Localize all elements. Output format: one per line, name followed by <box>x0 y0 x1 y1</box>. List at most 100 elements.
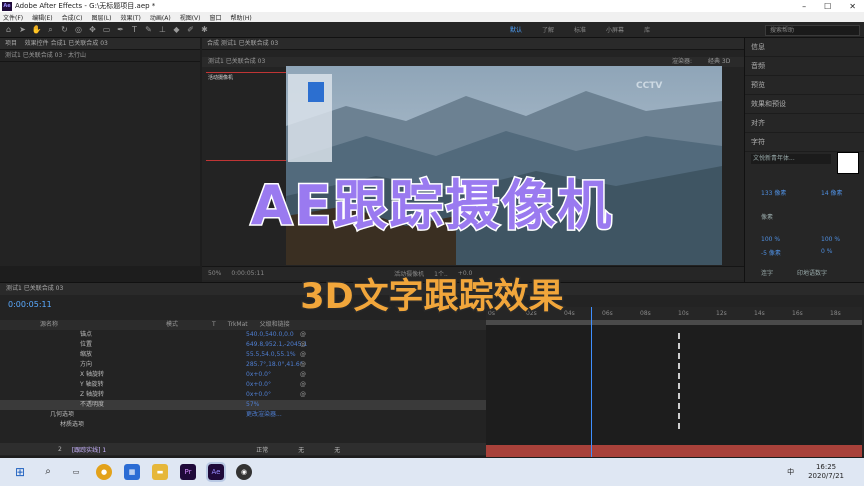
baseline-shift-value[interactable]: -5 像素 <box>761 248 781 257</box>
property-value[interactable]: 0x+0.0° <box>180 380 300 390</box>
effects-presets-panel[interactable]: 效果和预设 <box>745 95 864 114</box>
minimize-icon[interactable]: – <box>802 2 806 11</box>
keyframe[interactable] <box>678 333 680 339</box>
pickwhip-icon[interactable]: @ <box>300 330 306 340</box>
menu-window[interactable]: 窗口 <box>209 13 221 22</box>
property-row-selected[interactable]: 不透明度 57% <box>0 400 486 410</box>
tsume-value[interactable]: 0 % <box>821 248 832 255</box>
keyframe[interactable] <box>678 343 680 349</box>
chrome-icon[interactable]: ● <box>96 464 112 480</box>
keyframe[interactable] <box>678 383 680 389</box>
col-t[interactable]: T <box>212 320 216 330</box>
zoom-tool-icon[interactable]: ⌕ <box>45 24 56 35</box>
keyframe[interactable] <box>678 393 680 399</box>
hand-tool-icon[interactable]: ✋ <box>31 24 42 35</box>
property-row[interactable]: 材质选项 <box>0 420 486 430</box>
search-icon[interactable]: ⌕ <box>40 464 56 480</box>
menu-edit[interactable]: 编辑(E) <box>32 13 52 22</box>
layer-row[interactable]: 2 [跟踪实线] 1 正常 无 无 <box>0 443 486 455</box>
close-icon[interactable]: ✕ <box>849 2 856 11</box>
pan-behind-tool-icon[interactable]: ✥ <box>87 24 98 35</box>
workspace-small-screen[interactable]: 小屏幕 <box>606 25 624 34</box>
col-parent[interactable]: 父级和链接 <box>260 320 290 330</box>
property-row[interactable]: 缩放 55.5,54.0,55.1% @ <box>0 350 486 360</box>
layer-parent-select[interactable]: 无 <box>334 445 340 454</box>
character-panel-title[interactable]: 字符 <box>745 133 864 152</box>
layer-name[interactable]: [跟踪实线] 1 <box>72 445 106 454</box>
col-source-name[interactable]: 源名称 <box>40 320 58 330</box>
rectangle-tool-icon[interactable]: ▭ <box>101 24 112 35</box>
workspace-default[interactable]: 默认 <box>510 25 522 34</box>
selection-tool-icon[interactable]: ➤ <box>17 24 28 35</box>
layer-mode-select[interactable]: 正常 <box>256 445 268 454</box>
property-row[interactable]: 锚点 540.0,540.0,0.0 @ <box>0 330 486 340</box>
keyframe[interactable] <box>678 413 680 419</box>
tab-composition[interactable]: 合成 测试1 已关联合成 03 <box>202 38 744 50</box>
puppet-tool-icon[interactable]: ✱ <box>199 24 210 35</box>
property-value[interactable]: 更改渲染器... <box>180 410 300 420</box>
store-icon[interactable]: ▦ <box>124 464 140 480</box>
preview-panel[interactable]: 预览 <box>745 76 864 95</box>
property-value[interactable]: 0x+0.0° <box>180 390 300 400</box>
pen-tool-icon[interactable]: ✒ <box>115 24 126 35</box>
camera-tool-icon[interactable]: ◎ <box>73 24 84 35</box>
audio-panel[interactable]: 音频 <box>745 57 864 76</box>
tab-project[interactable]: 项目 效果控件 合成1 已关联合成 03 <box>0 38 200 50</box>
rotate-tool-icon[interactable]: ↻ <box>59 24 70 35</box>
roto-tool-icon[interactable]: ✐ <box>185 24 196 35</box>
pickwhip-icon[interactable]: @ <box>300 370 306 380</box>
pickwhip-icon[interactable]: @ <box>300 340 306 350</box>
info-panel[interactable]: 信息 <box>745 38 864 57</box>
comp-breadcrumb[interactable]: 测试1 已关联合成 03 <box>208 58 265 65</box>
col-trkmat[interactable]: TrkMat <box>228 320 248 330</box>
property-value[interactable] <box>180 420 300 430</box>
type-tool-icon[interactable]: T <box>129 24 140 35</box>
help-search-input[interactable]: 搜索帮助 <box>765 25 860 36</box>
tab-effect-controls-label[interactable]: 效果控件 合成1 已关联合成 03 <box>25 40 108 47</box>
menu-effect[interactable]: 效果(T) <box>121 13 141 22</box>
home-icon[interactable]: ⌂ <box>3 24 14 35</box>
playhead[interactable] <box>591 307 592 457</box>
menu-help[interactable]: 帮助(H) <box>231 13 252 22</box>
timeline-tracks[interactable]: 0s 02s 04s 06s 08s 10s 12s 14s 16s 18s <box>486 307 862 457</box>
property-row[interactable]: Y 轴旋转 0x+0.0° @ <box>0 380 486 390</box>
workspace-learn[interactable]: 了解 <box>542 25 554 34</box>
property-value[interactable]: 57% <box>180 400 300 410</box>
layer-duration-bar[interactable] <box>486 445 862 457</box>
property-row[interactable]: Z 轴旋转 0x+0.0° @ <box>0 390 486 400</box>
ime-indicator[interactable]: 中 <box>787 467 794 477</box>
pickwhip-icon[interactable]: @ <box>300 360 306 370</box>
align-panel[interactable]: 对齐 <box>745 114 864 133</box>
eraser-tool-icon[interactable]: ◆ <box>171 24 182 35</box>
workspace-standard[interactable]: 标准 <box>574 25 586 34</box>
windows-start-icon[interactable]: ⊞ <box>12 464 28 480</box>
system-clock[interactable]: 16:25 2020/7/21 <box>808 463 844 481</box>
keyframe[interactable] <box>678 373 680 379</box>
stamp-tool-icon[interactable]: ⊥ <box>157 24 168 35</box>
property-row[interactable]: 几何选项 更改渲染器... <box>0 410 486 420</box>
menu-layer[interactable]: 图层(L) <box>92 13 112 22</box>
property-value[interactable]: 649.8,952.1,-2045.1 <box>180 340 307 350</box>
keyframe[interactable] <box>678 403 680 409</box>
menu-view[interactable]: 视图(V) <box>180 13 201 22</box>
property-row[interactable]: 方向 285.7°,18.0°,41.6° @ <box>0 360 486 370</box>
pickwhip-icon[interactable]: @ <box>300 380 306 390</box>
property-value[interactable]: 540.0,540.0,0.0 <box>180 330 300 340</box>
keyframe[interactable] <box>678 423 680 429</box>
work-area-bar[interactable] <box>486 320 862 325</box>
task-view-icon[interactable]: ▭ <box>68 464 84 480</box>
property-row[interactable]: X 轴旋转 0x+0.0° @ <box>0 370 486 380</box>
brush-tool-icon[interactable]: ✎ <box>143 24 154 35</box>
layer-trkmat-select[interactable]: 无 <box>298 445 304 454</box>
menu-file[interactable]: 文件(F) <box>3 13 23 22</box>
menu-animation[interactable]: 动画(A) <box>150 13 171 22</box>
maximize-icon[interactable]: ☐ <box>824 2 831 11</box>
folder-icon[interactable]: ▬ <box>152 464 168 480</box>
property-row[interactable]: 位置 649.8,952.1,-2045.1 @ <box>0 340 486 350</box>
keyframe[interactable] <box>678 363 680 369</box>
premiere-icon[interactable]: Pr <box>180 464 196 480</box>
property-value[interactable]: 55.5,54.0,55.1% <box>180 350 300 360</box>
pickwhip-icon[interactable]: @ <box>300 390 306 400</box>
obs-icon[interactable]: ◉ <box>236 464 252 480</box>
property-value[interactable]: 285.7°,18.0°,41.6° <box>180 360 303 370</box>
